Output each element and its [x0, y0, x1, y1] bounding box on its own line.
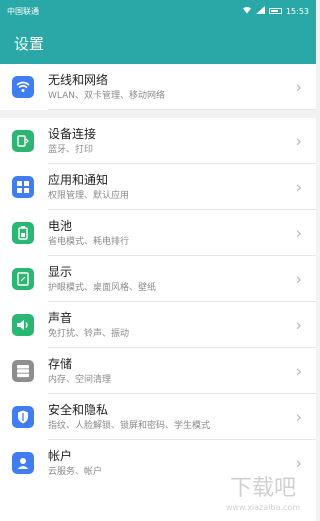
item-subtitle: 指纹、人脸解锁、锁屏和密码、学生模式 — [48, 420, 211, 431]
battery-status-icon — [268, 8, 282, 14]
item-subtitle: 云服务、帐户 — [48, 466, 103, 477]
item-subtitle: 省电模式、耗电排行 — [48, 236, 130, 247]
watermark-logo: 下载吧 www.xiazaiba.com — [221, 465, 306, 515]
settings-item-storage[interactable]: 存储 内存、空间清理 › — [0, 348, 316, 394]
item-subtitle: WLAN、双卡管理、移动网络 — [48, 90, 166, 101]
signal-icon — [255, 6, 265, 16]
chevron-right-icon: › — [295, 407, 302, 427]
app-bar: 设置 — [0, 22, 316, 64]
device-connect-icon — [12, 130, 34, 152]
battery-icon — [12, 222, 34, 244]
item-title: 安全和隐私 — [48, 402, 109, 417]
settings-item-device-connection[interactable]: 设备连接 蓝牙、打印 › — [0, 118, 316, 164]
wifi-status-icon — [242, 6, 252, 16]
item-subtitle: 免打扰、铃声、振动 — [48, 328, 130, 339]
time-label: 15:53 — [285, 6, 309, 16]
item-title: 显示 — [48, 264, 73, 279]
item-title: 帐户 — [48, 448, 73, 463]
carrier-label: 中国联通 — [7, 6, 39, 16]
chevron-right-icon: › — [295, 177, 302, 197]
item-title: 电池 — [48, 218, 73, 233]
settings-item-battery[interactable]: 电池 省电模式、耗电排行 › — [0, 210, 316, 256]
item-title: 声音 — [48, 310, 73, 325]
page-title: 设置 — [14, 34, 45, 53]
settings-item-sound[interactable]: 声音 免打扰、铃声、振动 › — [0, 302, 316, 348]
storage-icon — [12, 360, 34, 382]
status-bar: 中国联通 15:53 — [0, 0, 316, 22]
settings-item-wireless[interactable]: 无线和网络 WLAN、双卡管理、移动网络 › — [0, 64, 316, 110]
display-icon — [12, 268, 34, 290]
chevron-right-icon: › — [295, 223, 302, 243]
svg-text:下载吧: 下载吧 — [230, 476, 296, 501]
settings-item-display[interactable]: 显示 护眼模式、桌面风格、壁纸 › — [0, 256, 316, 302]
settings-item-security-privacy[interactable]: 安全和隐私 指纹、人脸解锁、锁屏和密码、学生模式 › — [0, 394, 316, 440]
item-subtitle: 护眼模式、桌面风格、壁纸 — [48, 282, 157, 293]
chevron-right-icon: › — [295, 315, 302, 335]
chevron-right-icon: › — [295, 131, 302, 151]
sound-icon — [12, 314, 34, 336]
account-icon — [12, 452, 34, 474]
item-title: 应用和通知 — [48, 172, 109, 187]
chevron-right-icon: › — [295, 269, 302, 289]
divider — [48, 109, 316, 110]
wifi-icon — [12, 76, 34, 98]
item-subtitle: 蓝牙、打印 — [48, 144, 94, 155]
item-title: 无线和网络 — [48, 72, 109, 87]
item-title: 存储 — [48, 356, 73, 371]
chevron-right-icon: › — [295, 361, 302, 381]
item-title: 设备连接 — [48, 126, 97, 141]
settings-list: 无线和网络 WLAN、双卡管理、移动网络 › 设备连接 蓝牙、打印 › 应用和通… — [0, 64, 316, 521]
apps-icon — [12, 176, 34, 198]
item-subtitle: 权限管理、默认应用 — [48, 190, 130, 201]
chevron-right-icon: › — [295, 77, 302, 97]
svg-text:www.xiazaiba.com: www.xiazaiba.com — [226, 503, 300, 512]
shield-icon — [12, 406, 34, 428]
item-subtitle: 内存、空间清理 — [48, 374, 112, 385]
status-icons: 15:53 — [242, 6, 309, 16]
settings-item-apps-notifications[interactable]: 应用和通知 权限管理、默认应用 › — [0, 164, 316, 210]
section-gap — [0, 110, 316, 118]
